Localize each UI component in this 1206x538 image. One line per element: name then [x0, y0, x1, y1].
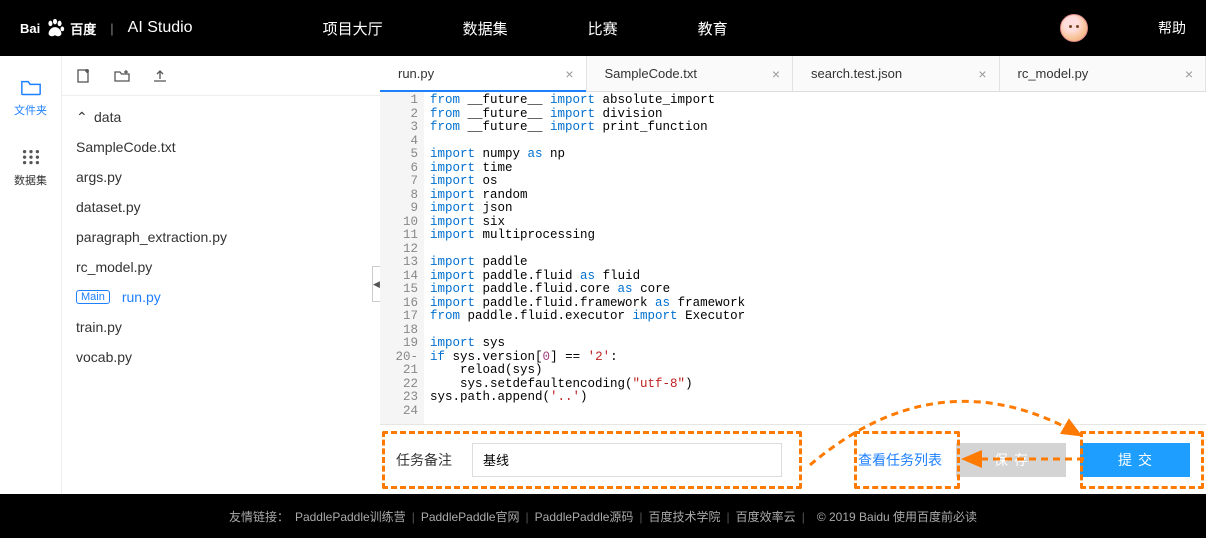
save-button[interactable]: 保存	[956, 443, 1066, 477]
footer: 友情链接： PaddlePaddle训练营|PaddlePaddle官网|Pad…	[0, 494, 1206, 538]
close-icon[interactable]: ×	[978, 66, 986, 82]
rail-datasets[interactable]: 数据集	[14, 148, 47, 188]
logo[interactable]: Bai 百度 | AI Studio	[20, 17, 193, 39]
footer-link[interactable]: PaddlePaddle源码	[535, 510, 634, 524]
nav-datasets[interactable]: 数据集	[463, 18, 508, 39]
nav-projects[interactable]: 项目大厅	[323, 18, 383, 39]
editor-tabs: run.py×SampleCode.txt×search.test.json×r…	[380, 56, 1206, 92]
new-folder-icon[interactable]	[114, 68, 130, 84]
rail-files[interactable]: 文件夹	[14, 78, 47, 118]
code-content[interactable]: from __future__ import absolute_importfr…	[424, 92, 1206, 424]
remark-input[interactable]	[472, 443, 782, 477]
dataset-icon	[20, 148, 42, 166]
avatar[interactable]	[1060, 14, 1088, 42]
main-badge: Main	[76, 290, 110, 304]
paw-icon	[44, 17, 66, 39]
footer-prefix: 友情链接：	[229, 508, 289, 525]
footer-link[interactable]: 百度效率云	[736, 510, 796, 524]
footer-copyright: © 2019 Baidu 使用百度前必读	[817, 508, 977, 525]
file-item[interactable]: dataset.py	[62, 192, 380, 222]
footer-link[interactable]: PaddlePaddle训练营	[295, 510, 406, 524]
footer-link[interactable]: PaddlePaddle官网	[421, 510, 520, 524]
baidu-cn: 百度	[70, 19, 96, 38]
file-item[interactable]: rc_model.py	[62, 252, 380, 282]
file-item-main[interactable]: Main run.py	[62, 282, 380, 312]
left-rail: 文件夹 数据集	[0, 56, 62, 494]
baidu-text: Bai	[20, 21, 40, 36]
sidebar-toolbar	[62, 56, 380, 96]
file-item[interactable]: train.py	[62, 312, 380, 342]
file-tree: ⌃ data SampleCode.txt args.py dataset.py…	[62, 96, 380, 494]
editor-area: ◀ run.py×SampleCode.txt×search.test.json…	[380, 56, 1206, 494]
editor-tab[interactable]: SampleCode.txt×	[587, 56, 794, 91]
editor-tab[interactable]: run.py×	[380, 56, 587, 91]
submit-button[interactable]: 提交	[1080, 443, 1190, 477]
ai-studio-text: AI Studio	[128, 19, 193, 37]
view-tasks-link[interactable]: 查看任务列表	[858, 450, 942, 470]
close-icon[interactable]: ×	[772, 66, 780, 82]
editor-tab[interactable]: rc_model.py×	[1000, 56, 1206, 91]
code-editor[interactable]: 1 2 3 4 5 6 7 8 9 10 11 12 13 14 15 16 1…	[380, 92, 1206, 424]
file-item[interactable]: vocab.py	[62, 342, 380, 372]
file-sidebar: ⌃ data SampleCode.txt args.py dataset.py…	[62, 56, 380, 494]
close-icon[interactable]: ×	[1185, 66, 1193, 82]
footer-link[interactable]: 百度技术学院	[649, 510, 721, 524]
file-item[interactable]: args.py	[62, 162, 380, 192]
close-icon[interactable]: ×	[565, 66, 573, 82]
new-file-icon[interactable]	[76, 68, 92, 84]
help-link[interactable]: 帮助	[1158, 18, 1186, 38]
nav-education[interactable]: 教育	[698, 18, 728, 39]
line-gutter: 1 2 3 4 5 6 7 8 9 10 11 12 13 14 15 16 1…	[380, 92, 424, 424]
folder-data[interactable]: ⌃ data	[62, 102, 380, 132]
upload-icon[interactable]	[152, 68, 168, 84]
collapse-sidebar-handle[interactable]: ◀	[372, 266, 380, 302]
top-nav: 项目大厅 数据集 比赛 教育	[323, 18, 728, 39]
file-item[interactable]: SampleCode.txt	[62, 132, 380, 162]
top-bar: Bai 百度 | AI Studio 项目大厅 数据集 比赛 教育 帮助	[0, 0, 1206, 56]
chevron-down-icon: ⌃	[76, 109, 86, 126]
remark-label: 任务备注	[396, 450, 452, 470]
folder-icon	[20, 78, 42, 96]
action-bar: 任务备注 查看任务列表 保存 提交	[380, 424, 1206, 494]
file-item[interactable]: paragraph_extraction.py	[62, 222, 380, 252]
nav-competitions[interactable]: 比赛	[588, 18, 618, 39]
editor-tab[interactable]: search.test.json×	[793, 56, 1000, 91]
